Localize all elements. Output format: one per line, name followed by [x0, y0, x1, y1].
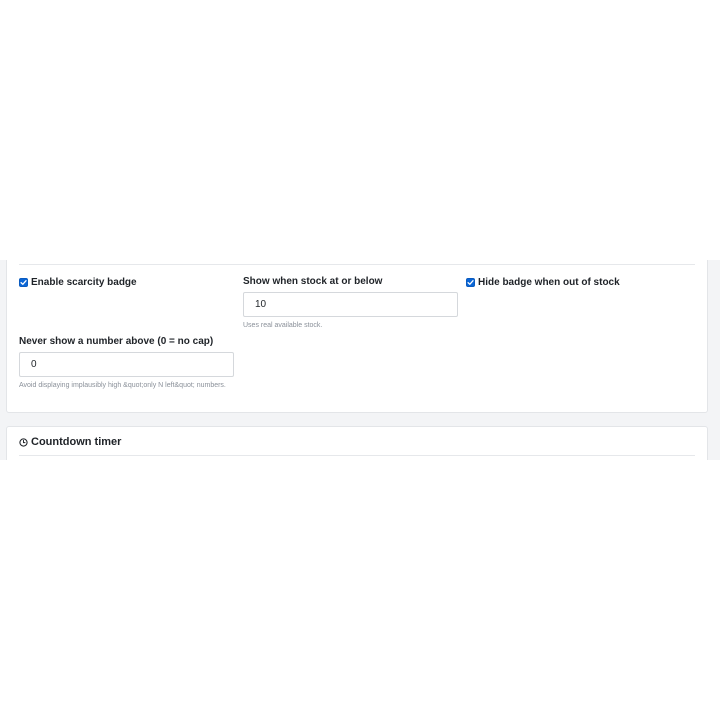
enable-scarcity-label: Enable scarcity badge — [31, 277, 137, 288]
threshold-field: Show when stock at or below Uses real av… — [243, 276, 458, 331]
cap-label: Never show a number above (0 = no cap) — [19, 336, 214, 347]
hide-out-of-stock-field: Hide badge when out of stock — [466, 277, 620, 288]
hide-out-of-stock-label: Hide badge when out of stock — [478, 277, 620, 288]
hide-out-of-stock-checkbox-row[interactable]: Hide badge when out of stock — [466, 277, 620, 288]
enable-scarcity-checkbox[interactable] — [19, 278, 28, 287]
scarcity-settings-card: Enable scarcity badge Show when stock at… — [6, 260, 708, 413]
checkmark-icon — [20, 280, 27, 285]
threshold-input[interactable] — [243, 292, 458, 317]
threshold-label: Show when stock at or below — [243, 276, 383, 287]
enable-scarcity-field: Enable scarcity badge — [19, 277, 137, 288]
clock-icon — [19, 437, 28, 447]
countdown-title: Countdown timer — [31, 436, 122, 448]
cap-field: Never show a number above (0 = no cap) A… — [19, 336, 234, 391]
threshold-help: Uses real available stock. — [243, 322, 323, 329]
countdown-settings-card: Countdown timer — [6, 426, 708, 460]
cap-help: Avoid displaying implausibly high &quot;… — [19, 382, 226, 389]
card-divider — [19, 264, 695, 265]
countdown-section-title: Countdown timer — [19, 436, 121, 448]
hide-out-of-stock-checkbox[interactable] — [466, 278, 475, 287]
checkmark-icon — [467, 280, 474, 285]
card-divider — [19, 455, 695, 456]
settings-viewport: Enable scarcity badge Show when stock at… — [0, 260, 720, 460]
enable-scarcity-checkbox-row[interactable]: Enable scarcity badge — [19, 277, 137, 288]
cap-input[interactable] — [19, 352, 234, 377]
